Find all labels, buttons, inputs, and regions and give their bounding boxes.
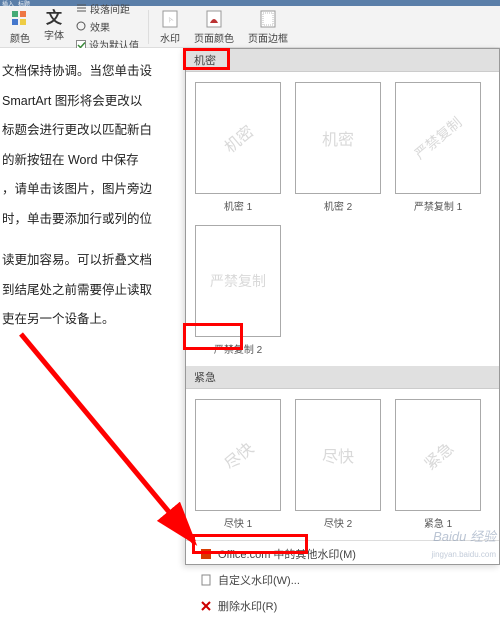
wm-thumb-nocopy-2[interactable]: 严禁复制 [195,225,281,337]
wm-thumb-urgent-1[interactable]: 紧急 [395,399,481,511]
office-more-watermarks[interactable]: Office.com 中的其他水印(M) [186,541,499,567]
lines-icon [76,3,87,14]
fonts-button[interactable]: 文 字体 [38,9,70,44]
wm-item: 机密 机密 1 [194,82,282,213]
colors-label: 颜色 [10,30,30,45]
page-borders-label: 页面边框 [248,30,288,45]
page-borders-button[interactable]: 页面边框 [242,7,294,47]
document-text: 文档保持协调。当您单击设 SmartArt 图形将会更改以 标题会进行更改以匹配… [2,58,179,334]
wm-thumb-asap-2[interactable]: 尽快 [295,399,381,511]
wm-label: 紧急 1 [424,515,452,530]
ribbon: 颜色 文 字体 段落间距 效果 设为默认值 A 水印 页面颜色 页面边框 [0,6,500,48]
wm-label: 严禁复制 2 [214,341,262,356]
colors-button[interactable]: 颜色 [4,7,36,47]
qb-insert: 插入 [2,0,14,8]
para-spacing-button[interactable]: 段落间距 [72,0,143,17]
section-confidential: 机密 [186,49,499,72]
page-icon [200,574,212,586]
watermark-panel: 机密 机密 机密 1 机密 机密 2 严禁复制 严禁复制 1 严禁复制 严禁复制… [185,48,500,565]
qb-title: 标题 [18,0,30,8]
wm-thumb-confidential-1[interactable]: 机密 [195,82,281,194]
wm-item: 机密 机密 2 [294,82,382,213]
wm-item: 紧急 紧急 1 [394,399,482,530]
wm-label: 机密 2 [324,198,352,213]
delete-x-icon [200,600,212,612]
wm-label: 严禁复制 1 [414,198,462,213]
wm-label: 机密 1 [224,198,252,213]
doc-formatting-stack: 段落间距 效果 设为默认值 [72,0,143,53]
confidential-grid: 机密 机密 1 机密 机密 2 严禁复制 严禁复制 1 严禁复制 严禁复制 2 [186,72,499,366]
effects-button[interactable]: 效果 [72,18,143,35]
section-urgent: 紧急 [186,366,499,389]
page-color-icon [204,9,224,29]
watermark-icon: A [160,9,180,29]
wm-thumb-nocopy-1[interactable]: 严禁复制 [395,82,481,194]
fonts-icon: 文 [46,11,62,27]
office-icon [200,548,212,560]
fonts-label: 字体 [44,27,64,42]
wm-item: 严禁复制 严禁复制 1 [394,82,482,213]
document-area: 文档保持协调。当您单击设 SmartArt 图形将会更改以 标题会进行更改以匹配… [0,48,185,558]
separator [148,10,149,44]
wm-item: 尽快 尽快 1 [194,399,282,530]
page-color-button[interactable]: 页面颜色 [188,7,240,47]
wm-thumb-confidential-2[interactable]: 机密 [295,82,381,194]
wm-item: 尽快 尽快 2 [294,399,382,530]
watermark-label: 水印 [160,30,180,45]
page-color-label: 页面颜色 [194,30,234,45]
wm-footer: Office.com 中的其他水印(M) 自定义水印(W)... 删除水印(R) [186,540,499,619]
remove-watermark[interactable]: 删除水印(R) [186,593,499,619]
colors-icon [10,9,30,29]
circle-icon [76,21,87,32]
wm-label: 尽快 2 [324,515,352,530]
wm-thumb-asap-1[interactable]: 尽快 [195,399,281,511]
watermark-button[interactable]: A 水印 [154,7,186,47]
wm-item: 严禁复制 严禁复制 2 [194,225,282,356]
page-borders-icon [258,9,278,29]
wm-label: 尽快 1 [224,515,252,530]
urgent-grid: 尽快 尽快 1 尽快 尽快 2 紧急 紧急 1 [186,389,499,540]
custom-watermark[interactable]: 自定义水印(W)... [186,567,499,593]
